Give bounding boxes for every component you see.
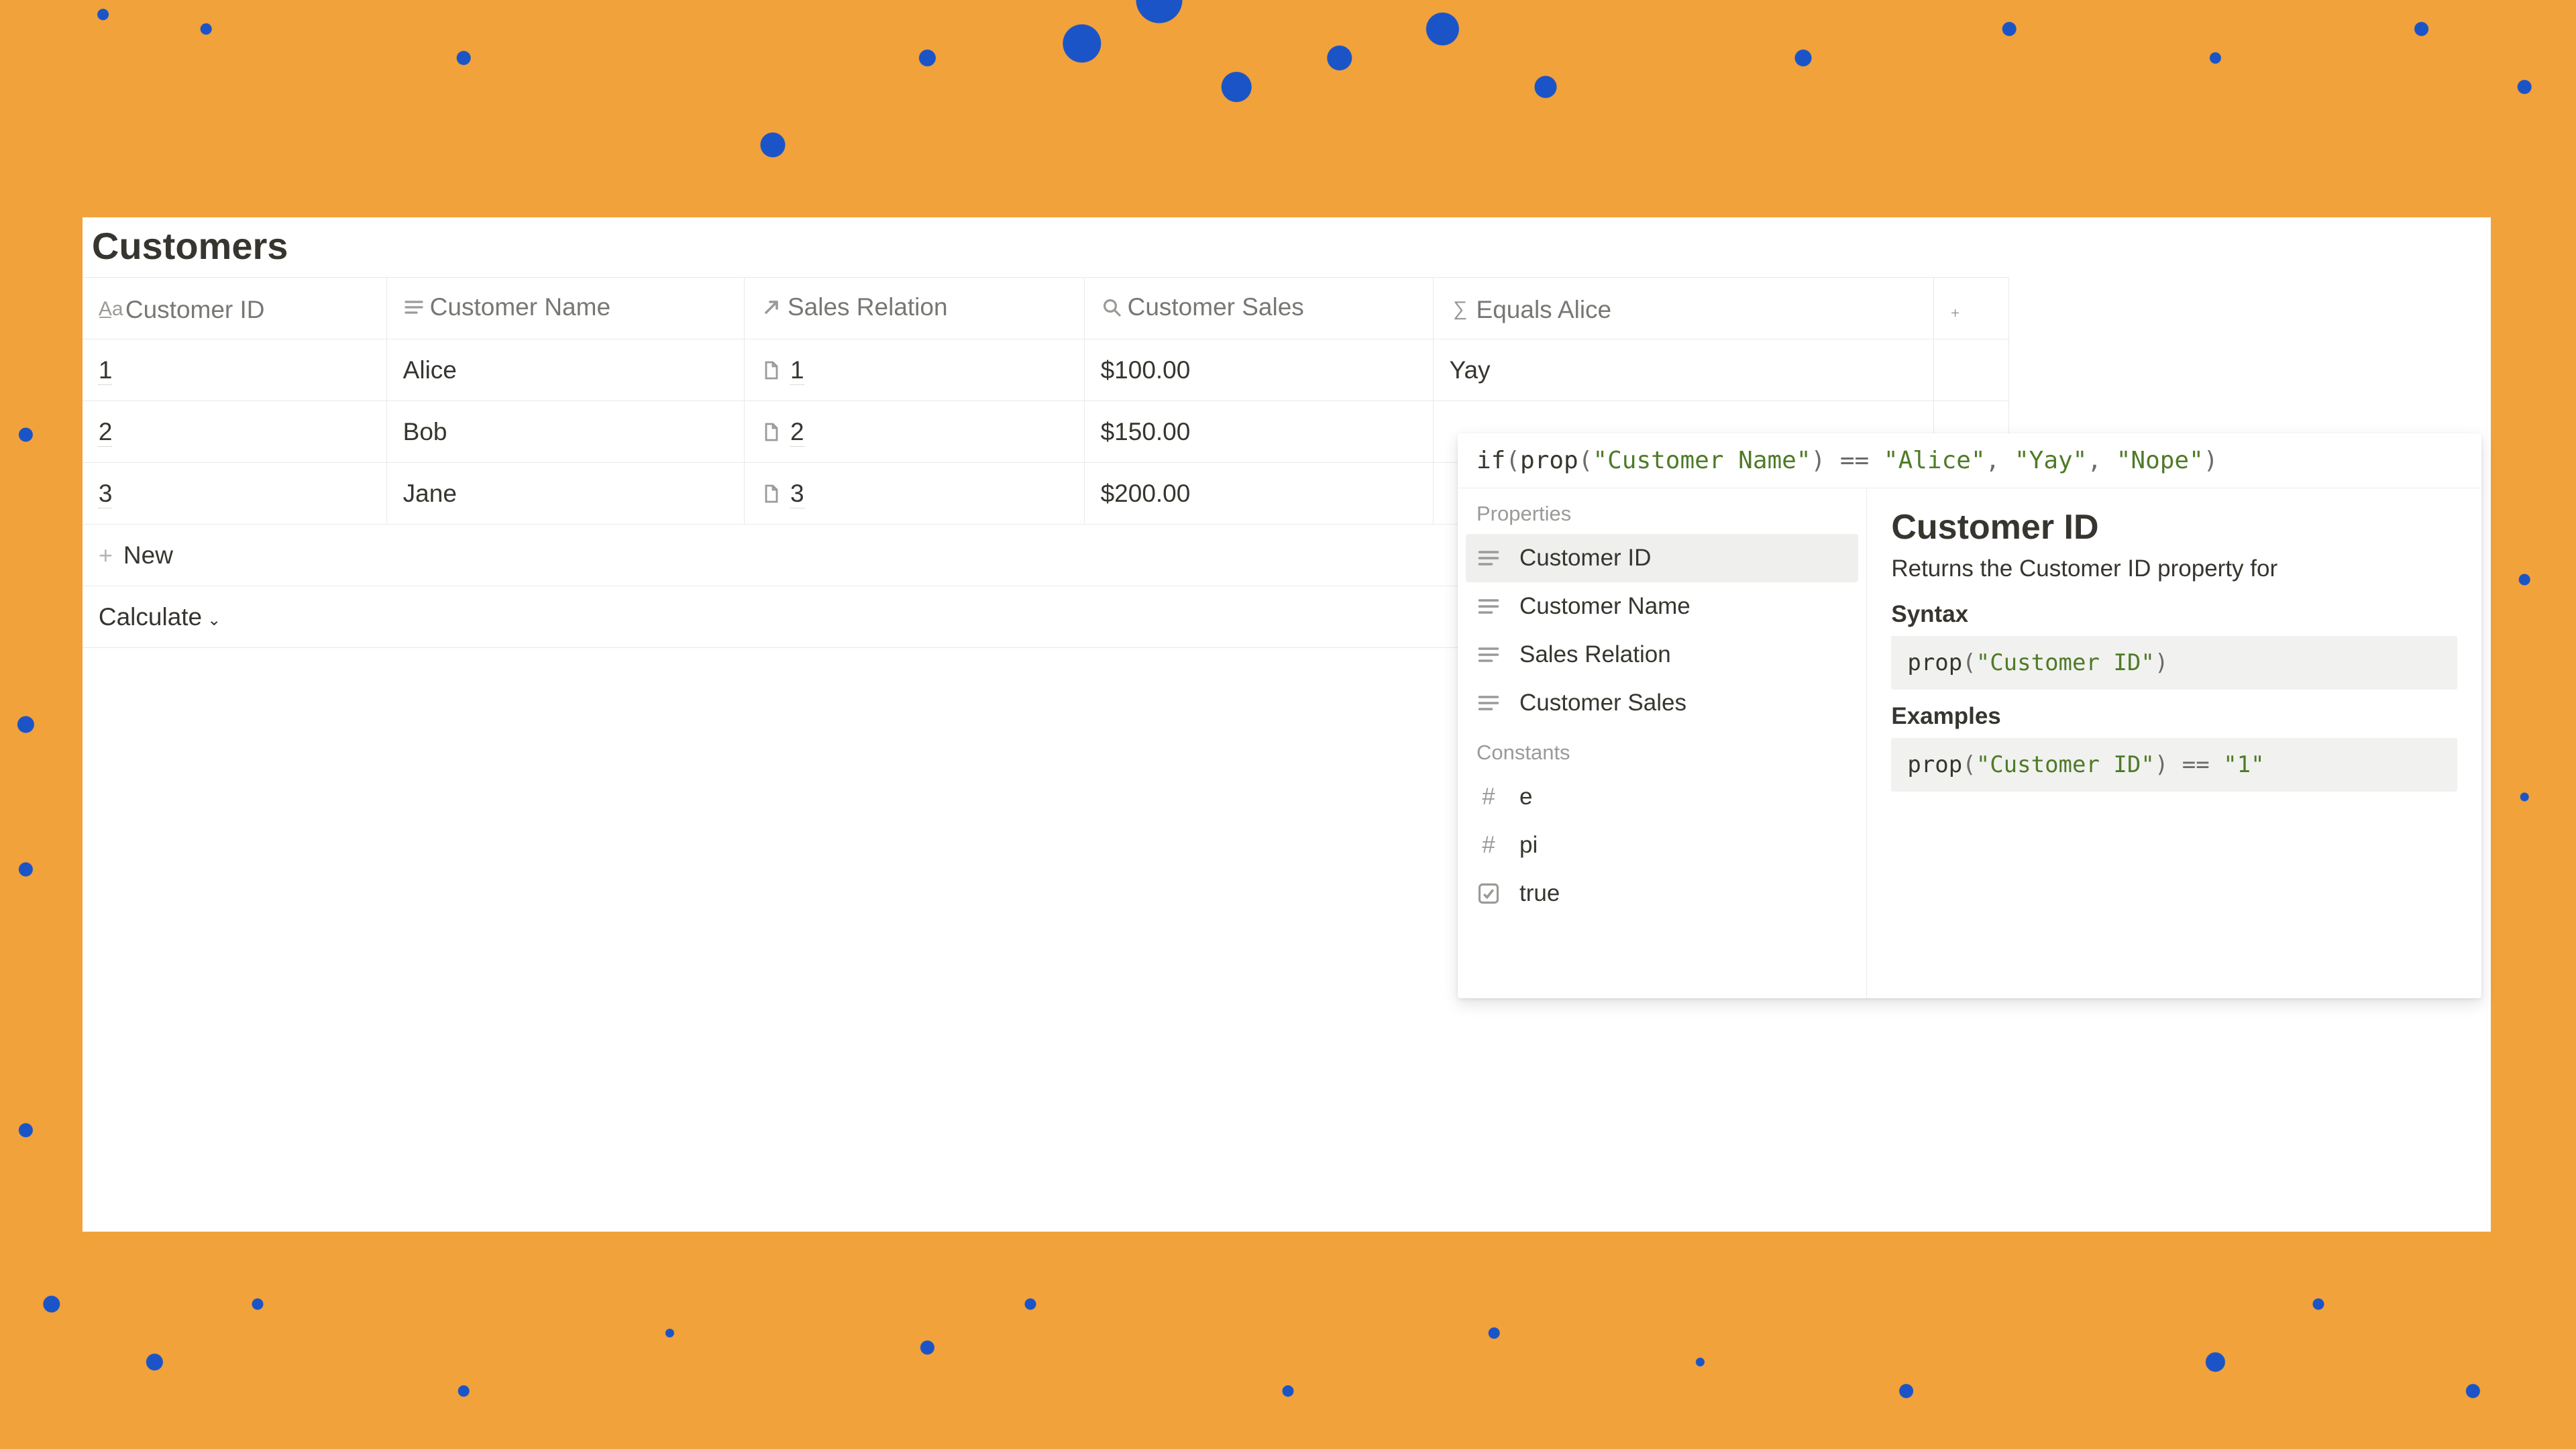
cell-customer-id[interactable]: 3 bbox=[83, 463, 386, 525]
formula-token: if bbox=[1477, 447, 1505, 474]
formula-token: "Nope" bbox=[2116, 447, 2204, 474]
text-aa-icon: A̲a bbox=[99, 299, 120, 321]
formula-token: ) == bbox=[1811, 447, 1884, 474]
suggestion-property[interactable]: Sales Relation bbox=[1458, 631, 1866, 679]
formula-token: ) bbox=[2204, 447, 2218, 474]
database-title: Customers bbox=[83, 217, 2491, 277]
cell-customer-name[interactable]: Alice bbox=[386, 339, 744, 401]
formula-token: ( bbox=[1505, 447, 1520, 474]
suggestion-property[interactable]: Customer Sales bbox=[1458, 679, 1866, 727]
column-header-customer-id[interactable]: A̲a Customer ID bbox=[83, 278, 386, 339]
hash-icon: # bbox=[1482, 832, 1495, 859]
option-label: Sales Relation bbox=[1519, 641, 1671, 668]
formula-token: ( bbox=[1962, 649, 1976, 676]
formula-token: "Alice" bbox=[1884, 447, 1986, 474]
column-header-customer-sales[interactable]: Customer Sales bbox=[1084, 278, 1433, 339]
formula-docs-pane: Customer ID Returns the Customer ID prop… bbox=[1867, 488, 2481, 998]
option-label: e bbox=[1519, 784, 1532, 810]
docs-example-code: prop("Customer ID") == "1" bbox=[1891, 738, 2457, 792]
constants-section-label: Constants bbox=[1458, 727, 1866, 773]
cell-equals-alice[interactable]: Yay bbox=[1433, 339, 1934, 401]
suggestion-constant[interactable]: #e bbox=[1458, 773, 1866, 821]
add-column-button[interactable]: ＋ bbox=[1934, 278, 2009, 339]
docs-syntax-label: Syntax bbox=[1891, 601, 2457, 628]
checkbox-icon bbox=[1477, 881, 1501, 906]
formula-token: ) bbox=[2155, 649, 2168, 676]
new-row-label: New bbox=[123, 541, 173, 569]
text-lines-icon bbox=[1477, 643, 1501, 667]
formula-token: == bbox=[2182, 751, 2223, 778]
column-header-customer-name[interactable]: Customer Name bbox=[386, 278, 744, 339]
hash-icon: # bbox=[1482, 784, 1495, 810]
option-label: true bbox=[1519, 880, 1560, 907]
column-header-sales-relation[interactable]: Sales Relation bbox=[744, 278, 1084, 339]
docs-title: Customer ID bbox=[1891, 507, 2457, 547]
column-label: Customer Name bbox=[430, 293, 610, 321]
cell-customer-name[interactable]: Bob bbox=[386, 401, 744, 463]
option-label: pi bbox=[1519, 832, 1538, 859]
cell-customer-sales[interactable]: $100.00 bbox=[1084, 339, 1433, 401]
column-header-equals-alice[interactable]: ∑ Equals Alice bbox=[1433, 278, 1934, 339]
docs-description: Returns the Customer ID property for bbox=[1891, 555, 2457, 582]
chevron-down-icon: ⌄ bbox=[207, 611, 221, 629]
plus-icon: + bbox=[99, 541, 113, 569]
formula-editor-popover: if(prop("Customer Name") == "Alice", "Ya… bbox=[1458, 433, 2481, 998]
suggestion-property[interactable]: Customer Name bbox=[1458, 582, 1866, 631]
formula-token: , bbox=[1986, 447, 2015, 474]
page-icon bbox=[761, 360, 782, 381]
cell-customer-sales[interactable]: $200.00 bbox=[1084, 463, 1433, 525]
relation-arrow-icon bbox=[761, 297, 782, 318]
suggestion-constant[interactable]: # pi bbox=[1458, 821, 1866, 869]
formula-token: , bbox=[2087, 447, 2116, 474]
formula-token: "Customer ID" bbox=[1976, 751, 2155, 778]
formula-token: "Customer ID" bbox=[1976, 649, 2155, 676]
docs-examples-label: Examples bbox=[1891, 703, 2457, 730]
formula-sigma-icon: ∑ bbox=[1450, 299, 1471, 321]
table-header-row: A̲a Customer ID Customer Name Sales Rela… bbox=[83, 278, 2009, 339]
formula-token: ( bbox=[1578, 447, 1593, 474]
option-label: Customer ID bbox=[1519, 545, 1651, 572]
suggestion-property[interactable]: Customer ID bbox=[1466, 534, 1858, 582]
formula-token: prop bbox=[1520, 447, 1578, 474]
docs-syntax-code: prop("Customer ID") bbox=[1891, 636, 2457, 690]
database-panel: Customers A̲a Customer ID Customer Name bbox=[83, 217, 2491, 1232]
formula-token: prop bbox=[1907, 751, 1962, 778]
cell-sales-relation[interactable]: 1 bbox=[744, 339, 1084, 401]
cell-sales-relation[interactable]: 3 bbox=[744, 463, 1084, 525]
formula-token: "Customer Name" bbox=[1593, 447, 1811, 474]
option-label: Customer Sales bbox=[1519, 690, 1686, 716]
cell-customer-sales[interactable]: $150.00 bbox=[1084, 401, 1433, 463]
calculate-label: Calculate bbox=[99, 603, 202, 631]
page-icon bbox=[761, 483, 782, 504]
text-lines-icon bbox=[403, 297, 425, 318]
formula-suggestions-list: Properties Customer ID Customer Name Sales… bbox=[1458, 488, 1867, 998]
formula-token: ) bbox=[2155, 751, 2182, 778]
text-lines-icon bbox=[1477, 594, 1501, 619]
formula-input[interactable]: if(prop("Customer Name") == "Alice", "Ya… bbox=[1458, 433, 2481, 488]
text-lines-icon bbox=[1477, 691, 1501, 715]
column-label: Equals Alice bbox=[1477, 296, 1612, 324]
page-icon bbox=[761, 421, 782, 443]
text-lines-icon bbox=[1477, 546, 1501, 570]
cell-customer-name[interactable]: Jane bbox=[386, 463, 744, 525]
formula-token: "Yay" bbox=[2015, 447, 2087, 474]
rollup-search-icon bbox=[1101, 297, 1122, 318]
properties-section-label: Properties bbox=[1458, 488, 1866, 534]
option-label: Customer Name bbox=[1519, 593, 1690, 620]
plus-icon: ＋ bbox=[1950, 309, 1960, 319]
column-label: Customer ID bbox=[125, 296, 265, 324]
cell-empty bbox=[1934, 339, 2009, 401]
formula-token: prop bbox=[1907, 649, 1962, 676]
suggestion-constant[interactable]: true bbox=[1458, 869, 1866, 918]
column-label: Sales Relation bbox=[788, 293, 948, 321]
cell-customer-id[interactable]: 2 bbox=[83, 401, 386, 463]
cell-customer-id[interactable]: 1 bbox=[83, 339, 386, 401]
column-label: Customer Sales bbox=[1128, 293, 1304, 321]
formula-token: ( bbox=[1962, 751, 1976, 778]
cell-sales-relation[interactable]: 2 bbox=[744, 401, 1084, 463]
formula-token: "1" bbox=[2223, 751, 2264, 778]
table-row[interactable]: 1Alice1$100.00Yay bbox=[83, 339, 2009, 401]
